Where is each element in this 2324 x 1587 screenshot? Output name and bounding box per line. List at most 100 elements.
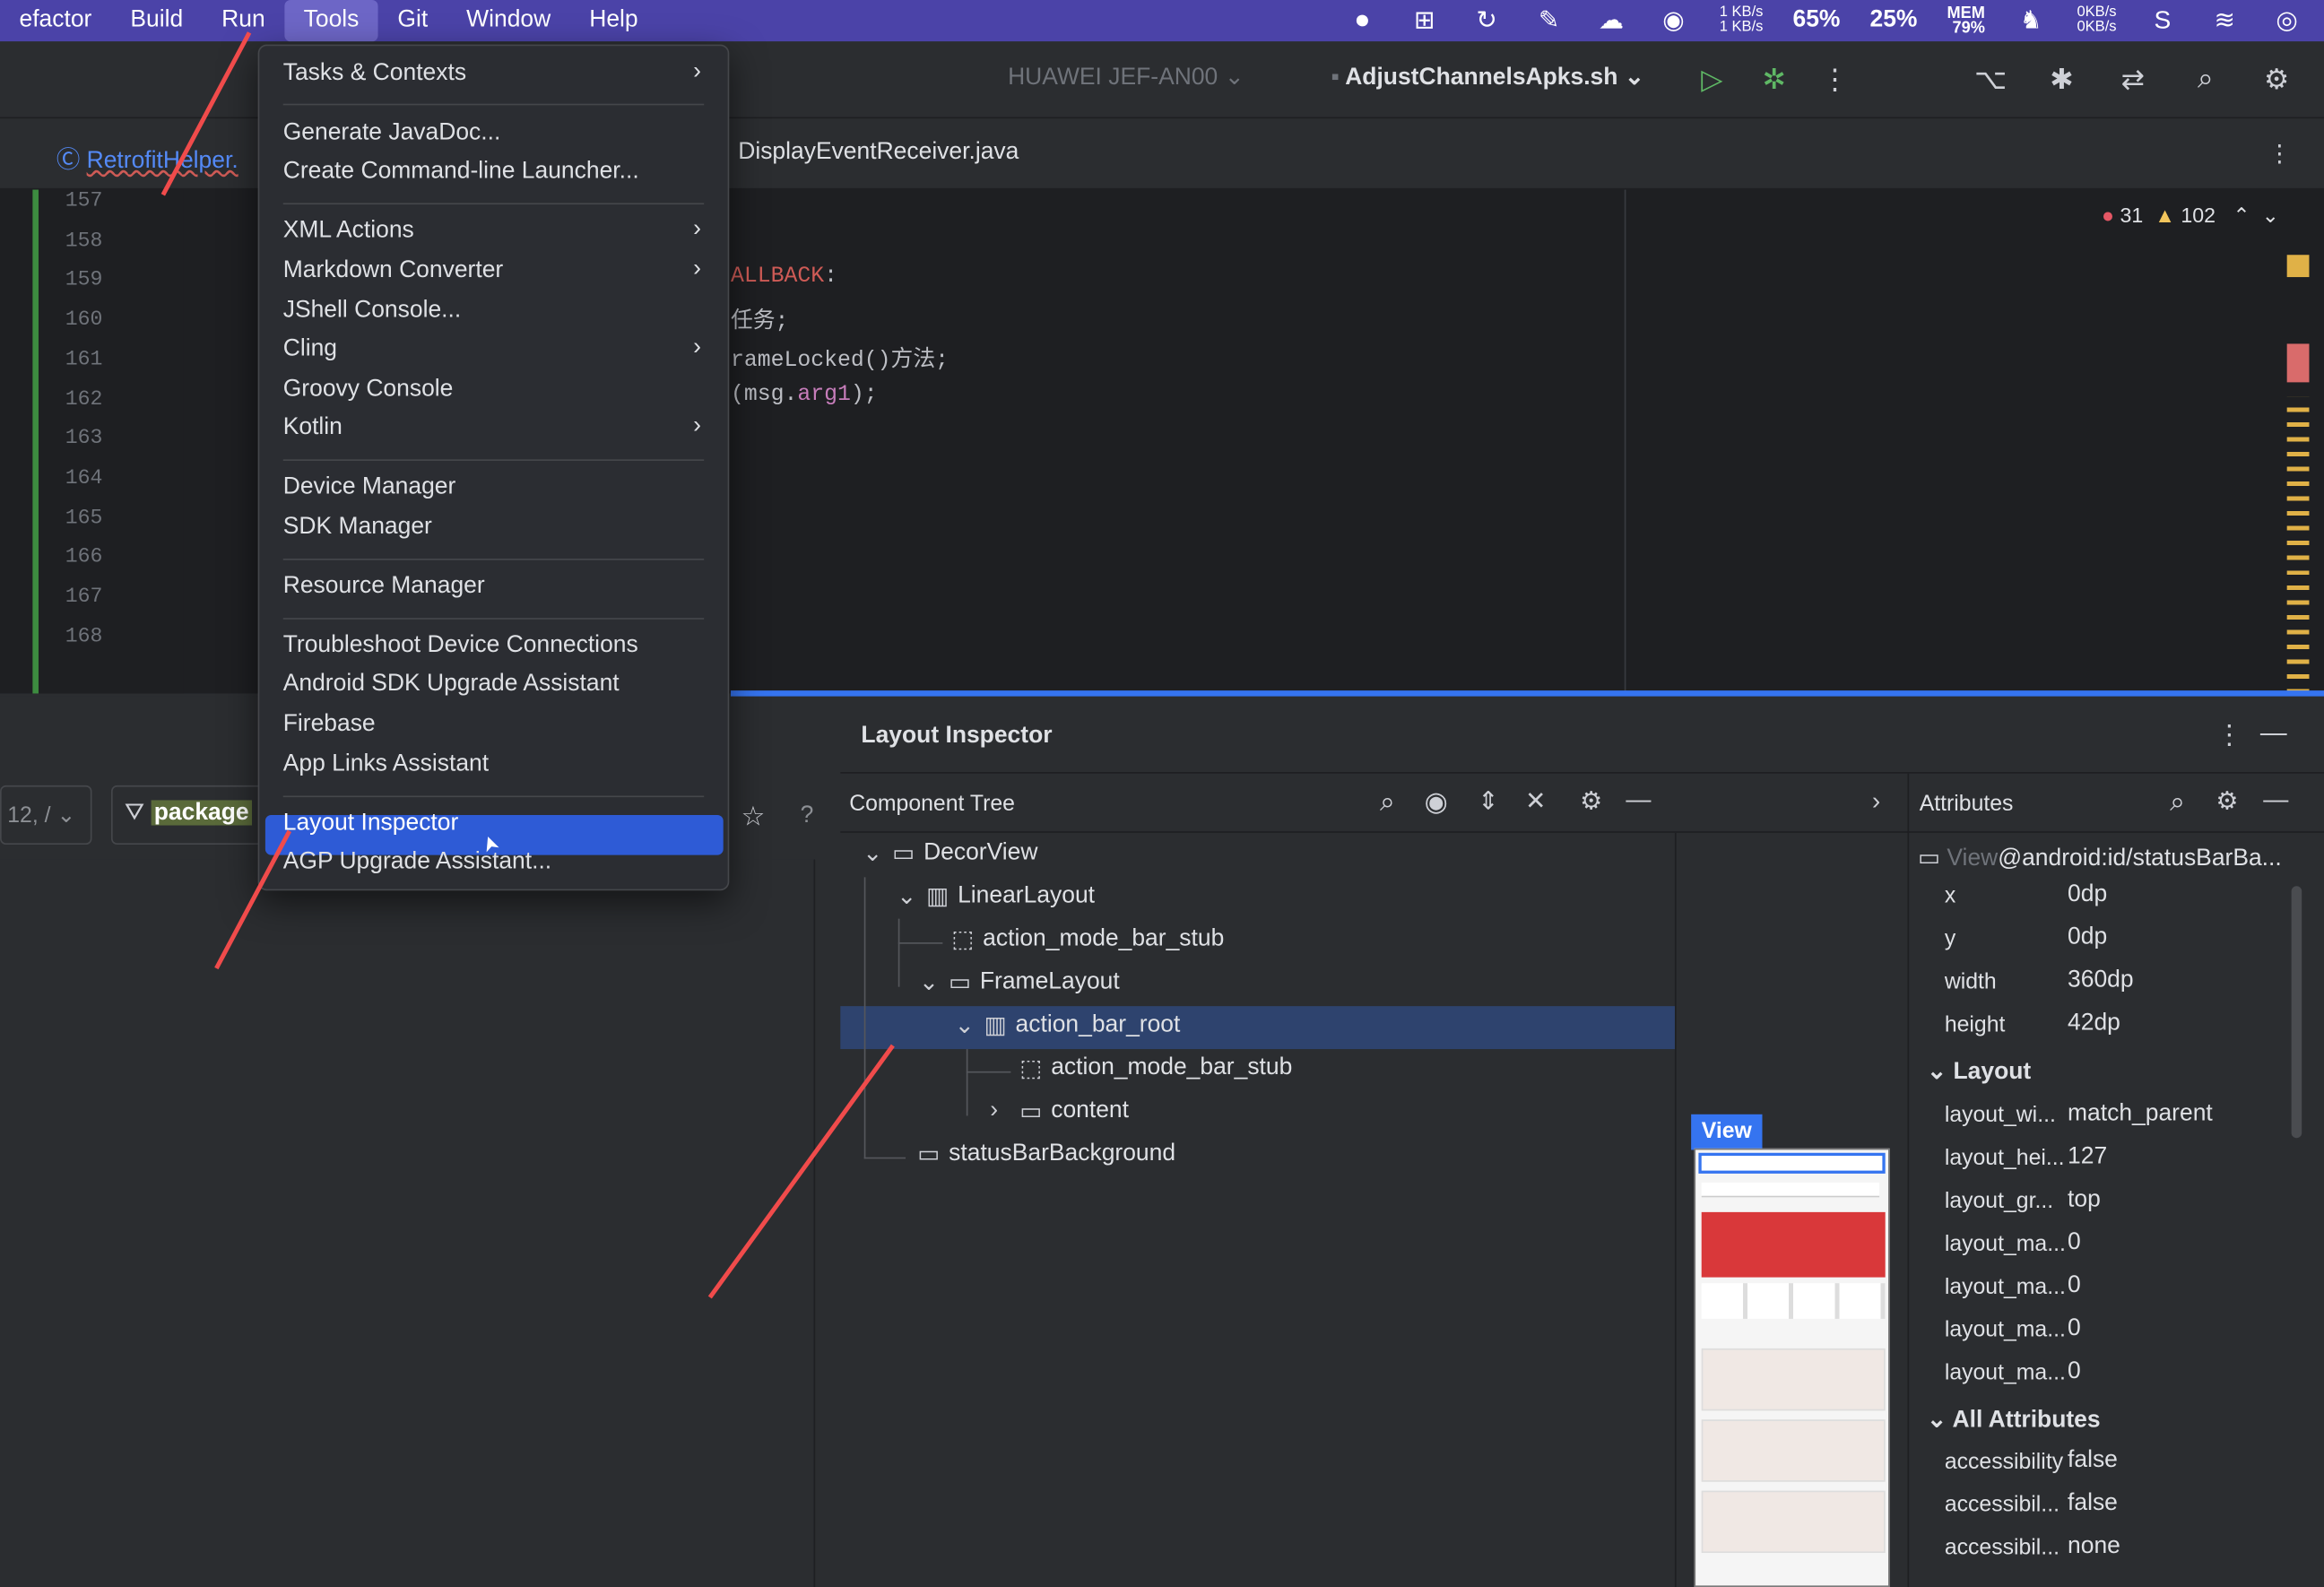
menu-help[interactable]: Help xyxy=(570,0,657,41)
menu-item-sdk-manager[interactable]: SDK Manager xyxy=(283,514,432,541)
attribute-value[interactable]: 42dp xyxy=(2068,1010,2120,1037)
attribute-value[interactable]: 0 xyxy=(2068,1230,2081,1257)
menu-item-xml-actions[interactable]: XML Actions xyxy=(283,218,414,245)
control-center-icon[interactable]: ◎ xyxy=(2270,6,2302,36)
menu-item-device-manager[interactable]: Device Manager xyxy=(283,474,456,501)
attribute-value[interactable]: 360dp xyxy=(2068,967,2134,994)
wechat-icon[interactable]: ☁ xyxy=(1595,6,1627,36)
chevron-down-icon[interactable]: ⌄ xyxy=(1927,1060,1954,1085)
chevron-down-icon[interactable]: ⌄ xyxy=(2262,203,2279,226)
expand-collapse-icon[interactable]: ⇕ xyxy=(1478,787,1499,817)
tree-node-frame-layout[interactable]: ⌄ ▭ FrameLayout xyxy=(919,967,1120,997)
menu-tools[interactable]: Tools xyxy=(284,0,378,42)
attributes-scrollbar[interactable] xyxy=(2291,886,2302,1139)
attribute-value[interactable]: 0 xyxy=(2068,1273,2081,1300)
input-method-icon[interactable]: ⊞ xyxy=(1409,6,1441,36)
menu-item-generate-javadoc[interactable]: Generate JavaDoc... xyxy=(283,120,501,147)
menu-item-resource-manager[interactable]: Resource Manager xyxy=(283,574,485,601)
help-icon[interactable]: ? xyxy=(801,803,814,830)
chevron-down-icon[interactable]: ⌄ xyxy=(1927,1408,1953,1433)
attribute-value[interactable]: 0 xyxy=(2068,1316,2081,1343)
wifi-icon[interactable]: ≋ xyxy=(2208,6,2241,36)
menu-item-firebase[interactable]: Firebase xyxy=(283,711,376,738)
menu-item-troubleshoot-device-connections[interactable]: Troubleshoot Device Connections xyxy=(283,633,638,660)
tree-search-icon[interactable]: ⌕ xyxy=(1380,787,1395,819)
menu-item-create-command-line-launcher[interactable]: Create Command-line Launcher... xyxy=(283,159,639,186)
chevron-icon[interactable]: ⌄ xyxy=(919,967,940,997)
panel-splitter[interactable] xyxy=(730,690,2324,697)
chevron-icon[interactable]: ⌄ xyxy=(863,838,883,868)
all-attributes-section-header[interactable]: ⌄ All Attributes xyxy=(1927,1405,2101,1435)
tree-node-linear-layout[interactable]: ⌄ ▥ LinearLayout xyxy=(897,881,1095,911)
chevron-up-icon[interactable]: ⌃ xyxy=(2233,203,2250,226)
refresh-icon[interactable]: ↻ xyxy=(1470,6,1503,36)
hide-icon[interactable]: — xyxy=(2260,717,2287,749)
tabs-more-icon[interactable]: ⋮ xyxy=(2268,139,2291,169)
collapse-all-icon[interactable]: ✕ xyxy=(1525,787,1547,817)
menu-item-kotlin[interactable]: Kotlin xyxy=(283,415,343,442)
debug-icon[interactable]: ✲ xyxy=(1756,62,1792,98)
menu-item-layout-inspector[interactable]: Layout Inspector xyxy=(283,811,459,837)
menu-item-android-sdk-upgrade-assistant[interactable]: Android SDK Upgrade Assistant xyxy=(283,672,620,698)
attribute-value[interactable]: top xyxy=(2068,1187,2101,1214)
attribute-value[interactable]: 0 xyxy=(2068,1358,2081,1385)
attribute-value[interactable]: none xyxy=(2068,1534,2120,1561)
search-icon[interactable]: ⌕ xyxy=(2188,62,2224,98)
inspector-more-icon[interactable]: ⋮ xyxy=(2216,720,2242,751)
menu-item-agp-upgrade-assistant[interactable]: AGP Upgrade Assistant... xyxy=(283,849,551,876)
tree-node-action-mode-bar-stub[interactable]: ⬚ action_mode_bar_stub xyxy=(1019,1054,1292,1083)
chevron-icon[interactable]: › xyxy=(990,1098,1010,1125)
menu-run[interactable]: Run xyxy=(203,0,285,41)
run-icon[interactable]: ▷ xyxy=(1694,62,1730,98)
menu-efactor[interactable]: efactor xyxy=(0,0,111,41)
tree-node-action-mode-bar-stub[interactable]: ⬚ action_mode_bar_stub xyxy=(951,924,1224,954)
device-selector[interactable]: HUAWEI JEF-AN00 ⌄ xyxy=(1008,62,1244,91)
device-preview[interactable] xyxy=(1694,1148,1890,1587)
chevron-icon[interactable]: ⌄ xyxy=(955,1010,976,1040)
attribute-value[interactable]: false xyxy=(2068,1491,2118,1518)
tab-display-event-receiver[interactable]: DisplayEventReceiver.java xyxy=(738,139,1019,166)
device-mirror-icon[interactable]: ⇄ xyxy=(2115,62,2151,98)
pen-icon[interactable]: ✎ xyxy=(1532,6,1565,36)
vcs-icon[interactable]: ⌥ xyxy=(1973,62,2008,98)
logcat-device-field[interactable]: 12, / ⌄ xyxy=(0,785,92,846)
menu-item-tasks-contexts[interactable]: Tasks & Contexts xyxy=(283,61,466,88)
menu-item-jshell-console[interactable]: JShell Console... xyxy=(283,298,461,325)
attr-minimize-icon[interactable]: — xyxy=(2263,785,2288,815)
record-icon[interactable]: ⏺ xyxy=(1346,6,1378,36)
attr-search-icon[interactable]: ⌕ xyxy=(2170,787,2185,819)
menu-item-cling[interactable]: Cling xyxy=(283,336,337,363)
menu-item-markdown-converter[interactable]: Markdown Converter xyxy=(283,258,503,285)
tab-retrofit-helper[interactable]: Ⓒ RetrofitHelper. xyxy=(56,139,238,175)
cat-icon[interactable]: ♞ xyxy=(2015,6,2047,36)
menu-build[interactable]: Build xyxy=(111,0,203,41)
layout-section-header[interactable]: ⌄ Layout xyxy=(1927,1056,2031,1086)
tree-node-status-bar-background[interactable]: ▭ statusBarBackground xyxy=(917,1140,1175,1169)
tree-node-content[interactable]: › ▭ content xyxy=(990,1097,1129,1126)
attribute-value[interactable]: 0dp xyxy=(2068,881,2107,908)
attr-settings-icon[interactable]: ⚙ xyxy=(2216,787,2238,817)
eye-icon[interactable]: ◉ xyxy=(1425,787,1448,819)
attribute-value[interactable]: 127 xyxy=(2068,1144,2107,1171)
attribute-value[interactable]: 0dp xyxy=(2068,924,2107,951)
tree-minimize-icon[interactable]: — xyxy=(1626,785,1651,815)
tree-settings-icon[interactable]: ⚙ xyxy=(1580,787,1602,817)
chevron-icon[interactable]: ⌄ xyxy=(897,881,917,911)
favorite-icon[interactable]: ☆ xyxy=(741,802,766,833)
menu-git[interactable]: Git xyxy=(378,0,447,41)
attribute-value[interactable]: false xyxy=(2068,1448,2118,1475)
tree-node-action-bar-root[interactable]: ⌄ ▥ action_bar_root xyxy=(955,1010,1181,1040)
menu-item-groovy-console[interactable]: Groovy Console xyxy=(283,377,454,403)
inspection-summary[interactable]: ● 31 ▲ 102 ⌃ ⌄ xyxy=(2102,203,2279,228)
attach-debugger-icon[interactable]: ✱ xyxy=(2044,62,2080,98)
menu-window[interactable]: Window xyxy=(447,0,570,41)
settings-icon[interactable]: ⚙ xyxy=(2259,62,2294,98)
menu-item-app-links-assistant[interactable]: App Links Assistant xyxy=(283,751,489,778)
sync-icon[interactable]: S xyxy=(2146,6,2179,36)
run-config-selector[interactable]: ▪ AdjustChannelsApks.sh ⌄ xyxy=(1331,62,1643,91)
attribute-value[interactable]: match_parent xyxy=(2068,1101,2213,1128)
more-icon[interactable]: ⋮ xyxy=(1817,62,1853,98)
tree-node-decor-view[interactable]: ⌄ ▭ DecorView xyxy=(863,838,1037,868)
audio-icon[interactable]: ◉ xyxy=(1657,6,1689,36)
expand-panel-icon[interactable]: › xyxy=(1872,787,1880,817)
